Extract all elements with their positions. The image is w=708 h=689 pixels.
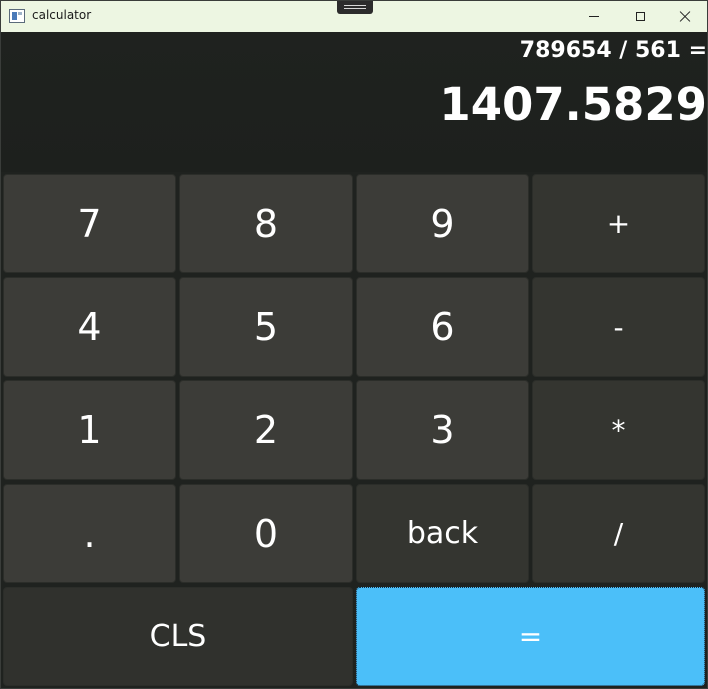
minimize-button[interactable] [571,1,617,32]
key-7[interactable]: 7 [3,174,176,273]
title-bar[interactable]: calculator [1,1,707,32]
key-9[interactable]: 9 [356,174,529,273]
result-text: 1407.5829 [439,78,707,131]
key-multiply[interactable]: * [532,380,705,480]
window-title: calculator [32,8,92,22]
close-button[interactable] [662,1,707,32]
maximize-icon [635,12,645,21]
key-0[interactable]: 0 [179,484,353,583]
close-icon [679,11,691,23]
calculator-window: calculator 789654 / 561 = 1407.5829 7 8 … [0,0,708,689]
expression-text: 789654 / 561 = [519,38,707,63]
clear-button[interactable]: CLS [3,587,353,686]
equals-button[interactable]: = [356,587,705,686]
back-button[interactable]: back [356,484,529,583]
minimize-icon [589,16,599,17]
keypad: 7 8 9 + 4 5 6 - 1 2 3 * . 0 back / CLS = [1,172,707,688]
key-decimal[interactable]: . [3,484,176,583]
key-4[interactable]: 4 [3,277,176,377]
calculator-display: 789654 / 561 = 1407.5829 [1,32,707,172]
key-1[interactable]: 1 [3,380,176,480]
key-minus[interactable]: - [532,277,705,377]
key-6[interactable]: 6 [356,277,529,377]
maximize-button[interactable] [617,1,663,32]
key-5[interactable]: 5 [179,277,353,377]
key-divide[interactable]: / [532,484,705,583]
calculator-app-icon [9,9,25,23]
snap-drag-handle[interactable] [337,1,373,14]
key-plus[interactable]: + [532,174,705,273]
key-2[interactable]: 2 [179,380,353,480]
key-3[interactable]: 3 [356,380,529,480]
key-8[interactable]: 8 [179,174,353,273]
